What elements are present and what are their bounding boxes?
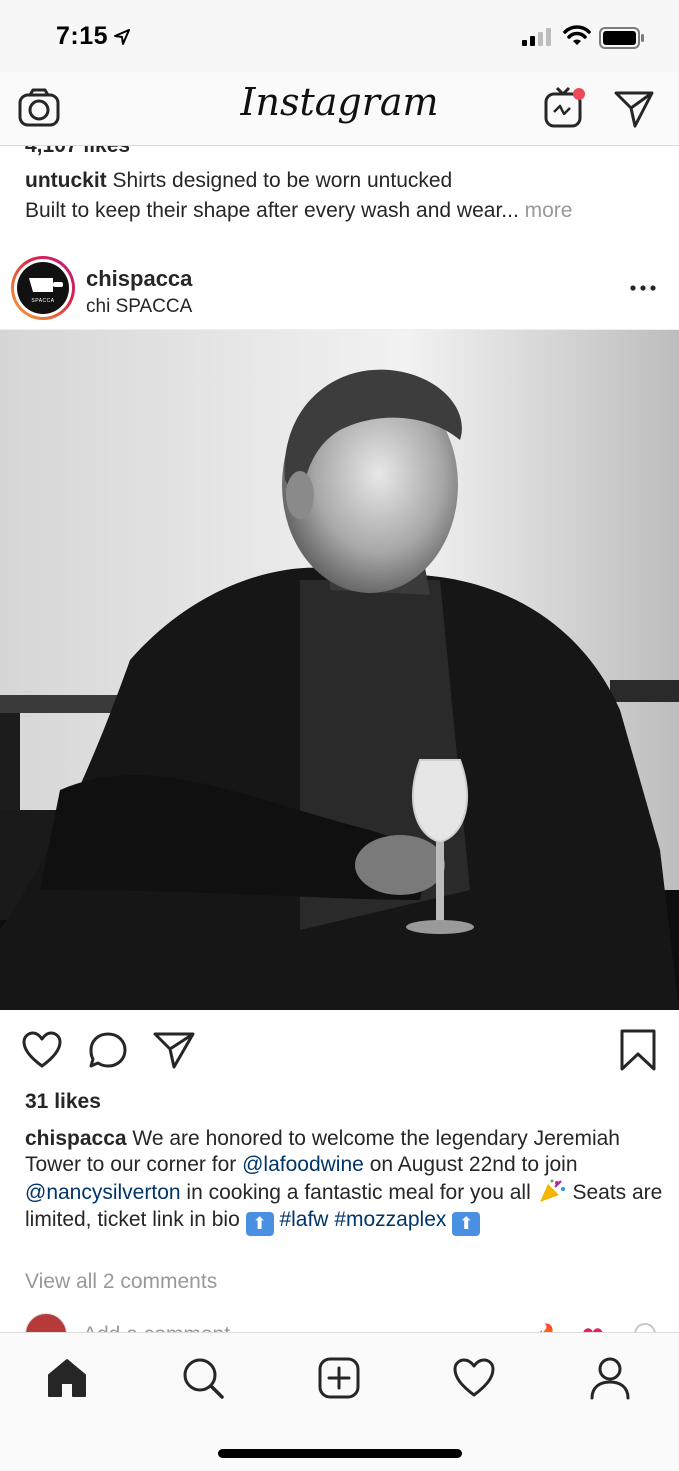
battery-icon bbox=[599, 27, 644, 49]
profile-icon[interactable] bbox=[587, 1355, 633, 1401]
post-caption: chispacca We are honored to welcome the … bbox=[25, 1126, 665, 1236]
more-link[interactable]: more bbox=[525, 199, 573, 222]
status-time: 7:15 bbox=[56, 22, 109, 50]
share-icon[interactable] bbox=[152, 1030, 196, 1070]
bookmark-icon[interactable] bbox=[617, 1028, 659, 1072]
search-icon[interactable] bbox=[180, 1355, 226, 1401]
previous-post-username[interactable]: untuckit bbox=[25, 169, 107, 192]
hashtag-mozzaplex[interactable]: #mozzaplex bbox=[334, 1208, 446, 1231]
tab-bar bbox=[0, 1332, 679, 1471]
add-comment-row: Add a comment... 🔥 ❤ bbox=[0, 1311, 679, 1332]
cleaver-icon bbox=[29, 278, 63, 292]
location-arrow-icon bbox=[114, 29, 130, 45]
home-icon[interactable] bbox=[44, 1355, 90, 1401]
post-photo[interactable] bbox=[0, 330, 679, 1010]
party-popper-icon bbox=[539, 1179, 565, 1203]
add-reaction-button[interactable] bbox=[634, 1323, 656, 1332]
mention-lafoodwine[interactable]: @lafoodwine bbox=[242, 1153, 364, 1176]
likes-count[interactable]: 31 likes bbox=[25, 1090, 101, 1114]
previous-post-caption: untuckit Shirts designed to be worn untu… bbox=[25, 166, 665, 226]
igtv-icon[interactable] bbox=[542, 84, 588, 130]
hashtag-lafw[interactable]: #lafw bbox=[279, 1208, 328, 1231]
heart-icon[interactable] bbox=[21, 1030, 63, 1070]
caption-username[interactable]: chispacca bbox=[25, 1127, 127, 1150]
photo-man-with-glass bbox=[0, 330, 679, 1010]
caption-text-2: on August 22nd to join bbox=[369, 1153, 578, 1177]
previous-post-caption-line1: Shirts designed to be worn untucked bbox=[112, 169, 453, 192]
add-comment-input[interactable]: Add a comment... bbox=[83, 1323, 248, 1332]
commenter-avatar bbox=[25, 1313, 67, 1332]
previous-post-caption-line2: Built to keep their shape after every wa… bbox=[25, 199, 519, 222]
avatar-text: SPACCA bbox=[31, 298, 55, 304]
fire-reaction-button[interactable]: 🔥 bbox=[534, 1323, 561, 1332]
story-ring[interactable]: SPACCA bbox=[11, 256, 75, 320]
notification-dot bbox=[573, 88, 585, 100]
add-post-icon[interactable] bbox=[316, 1355, 362, 1401]
post-location[interactable]: chi SPACCA bbox=[86, 296, 192, 318]
paper-plane-icon[interactable] bbox=[613, 88, 655, 130]
up-arrow-icon: ⬆ bbox=[452, 1211, 481, 1236]
home-indicator[interactable] bbox=[218, 1449, 462, 1458]
wifi-icon bbox=[563, 25, 591, 45]
comment-icon[interactable] bbox=[87, 1030, 129, 1070]
more-options-icon[interactable] bbox=[628, 278, 658, 298]
caption-text-3: in cooking a fantastic meal for you all bbox=[186, 1181, 531, 1205]
heart-icon[interactable] bbox=[451, 1355, 497, 1401]
status-bar: 7:15 bbox=[0, 0, 679, 72]
view-all-comments-link[interactable]: View all 2 comments bbox=[25, 1270, 217, 1294]
heart-reaction-button[interactable]: ❤ bbox=[582, 1321, 604, 1332]
app-header: Instagram bbox=[0, 72, 679, 146]
previous-post-likes[interactable]: 4,107 likes bbox=[25, 146, 130, 158]
post-header: SPACCA chispacca chi SPACCA bbox=[0, 250, 679, 330]
avatar: SPACCA bbox=[17, 262, 69, 314]
post-actions bbox=[0, 1010, 679, 1086]
up-arrow-icon: ⬆ bbox=[245, 1211, 274, 1236]
post-username[interactable]: chispacca bbox=[86, 266, 192, 292]
mention-nancysilverton[interactable]: @nancysilverton bbox=[25, 1181, 181, 1204]
feed[interactable]: 4,107 likes untuckit Shirts designed to … bbox=[0, 146, 679, 1332]
cellular-signal-icon bbox=[522, 28, 551, 46]
